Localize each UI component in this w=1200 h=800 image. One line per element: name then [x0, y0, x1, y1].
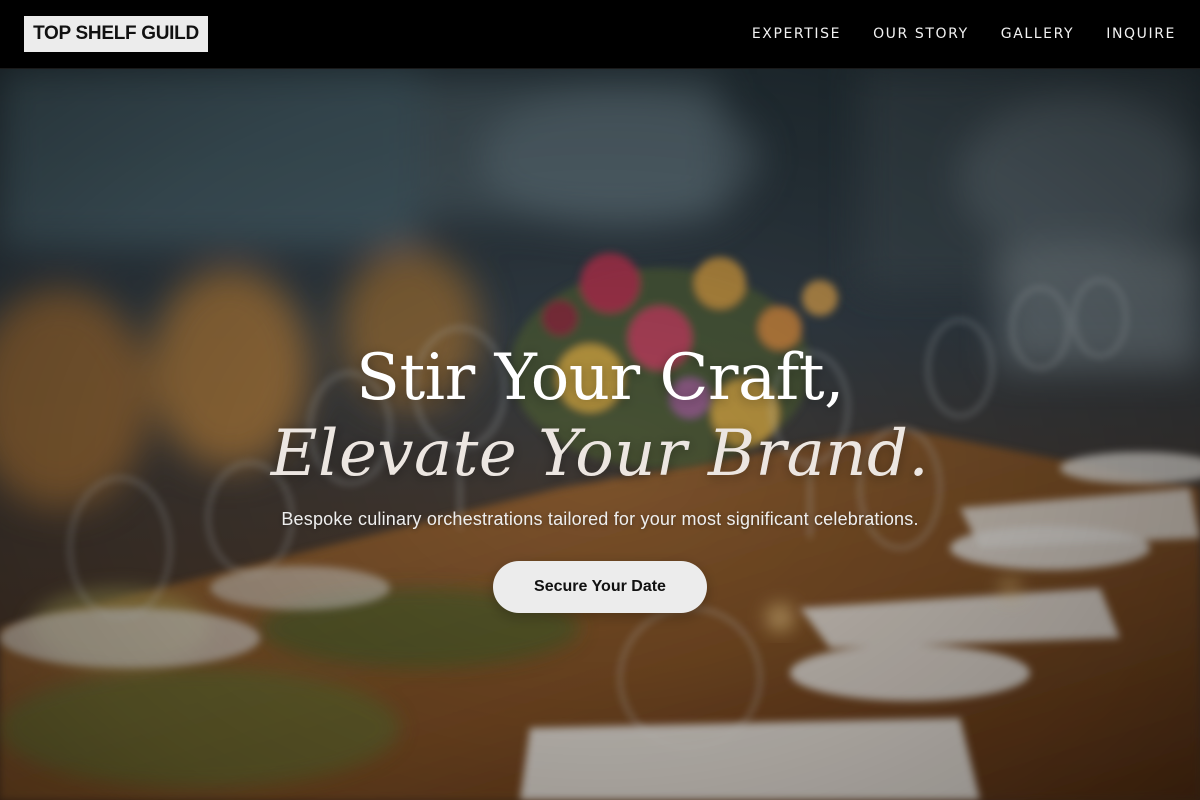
nav-link-our-story[interactable]: OUR STORY [873, 26, 969, 42]
nav-link-expertise[interactable]: EXPERTISE [752, 26, 841, 42]
nav-links: EXPERTISE OUR STORY GALLERY INQUIRE [752, 0, 1176, 68]
nav-link-inquire[interactable]: INQUIRE [1106, 26, 1176, 42]
brand-logo[interactable]: TOP SHELF GUILD [24, 16, 208, 52]
page: TOP SHELF GUILD EXPERTISE OUR STORY GALL… [0, 0, 1200, 800]
hero-section: Stir Your Craft, Elevate Your Brand. Bes… [0, 68, 1200, 800]
headline-line-2: Elevate Your Brand. [270, 417, 930, 491]
top-nav: TOP SHELF GUILD EXPERTISE OUR STORY GALL… [0, 0, 1200, 69]
secure-your-date-button[interactable]: Secure Your Date [493, 561, 707, 613]
hero-subtext: Bespoke culinary orchestrations tailored… [281, 509, 919, 529]
headline-line-1: Stir Your Craft, [356, 341, 844, 415]
hero-headline: Stir Your Craft, Elevate Your Brand. [0, 340, 1200, 492]
nav-link-gallery[interactable]: GALLERY [1001, 26, 1074, 42]
